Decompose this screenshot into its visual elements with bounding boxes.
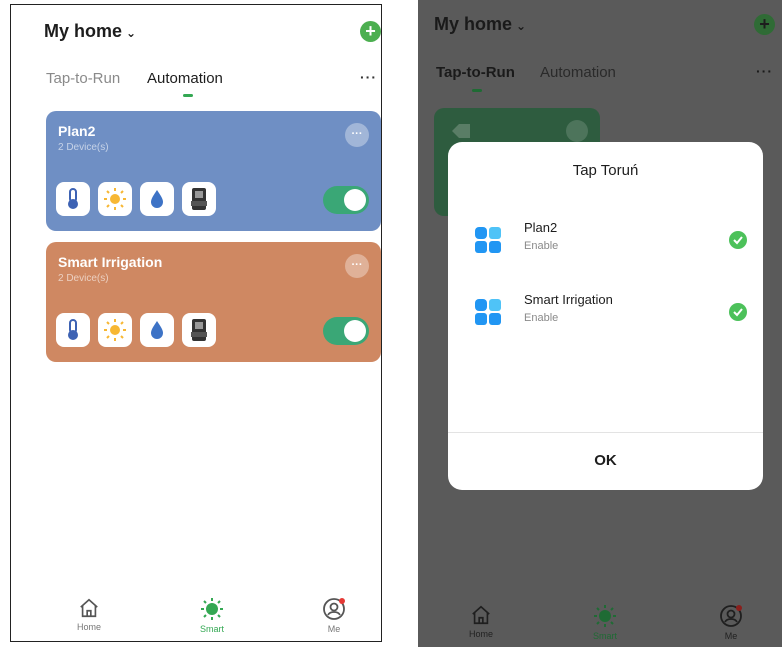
nav-home[interactable]: Home [451, 604, 511, 639]
card-more-button[interactable] [566, 120, 588, 142]
sun-device-icon [98, 313, 132, 347]
automation-grid-icon [475, 227, 501, 253]
automation-card-plan2[interactable]: Plan2 2 Device(s) ··· [46, 111, 381, 231]
automation-card-smart-irrigation[interactable]: Smart Irrigation 2 Device(s) ··· [46, 242, 381, 362]
nav-smart[interactable]: Smart [575, 604, 635, 641]
enable-toggle[interactable] [323, 186, 369, 214]
home-icon [472, 605, 490, 625]
phone-frame: My home ⌄ + Tap-to-Run Automation ··· Pla… [10, 4, 382, 642]
dialog-title: Tap Toruń [572, 162, 639, 179]
tab-active-indicator [183, 94, 193, 97]
nav-label: Home [468, 629, 493, 639]
tab-automation[interactable]: Automation [147, 70, 223, 87]
irrigation-controller-device-icon [182, 182, 216, 216]
bottom-navigation: Home Smart Me [11, 597, 381, 641]
automation-grid-icon [475, 299, 501, 325]
toggle-knob [344, 320, 366, 342]
bottom-navigation: Home Smart Me [418, 604, 782, 647]
home-selector[interactable]: My home ⌄ [434, 14, 526, 35]
nav-label: Smart [592, 631, 617, 641]
card-more-button[interactable]: ··· [345, 254, 369, 278]
add-button[interactable]: + [754, 14, 775, 35]
water-drop-device-icon [140, 182, 174, 216]
nav-home[interactable]: Home [59, 597, 119, 632]
more-options-icon[interactable]: ··· [756, 63, 773, 79]
automation-name: Smart Irrigation [524, 292, 613, 307]
automation-status: Enable [524, 240, 559, 252]
add-button[interactable]: + [360, 21, 381, 42]
automation-status: Enable [524, 312, 559, 324]
irrigation-controller-device-icon [182, 313, 216, 347]
more-options-icon[interactable]: ··· [360, 69, 377, 85]
dialog-list-item[interactable]: Smart Irrigation Enable [448, 288, 763, 338]
nav-smart[interactable]: Smart [182, 597, 242, 634]
chevron-down-icon: ⌄ [126, 26, 137, 40]
tap-to-run-dialog: Tap Toruń Plan2 Enable Smart Irrigation … [448, 142, 763, 490]
check-icon [729, 231, 747, 249]
nav-label: Smart [199, 624, 224, 634]
home-icon [80, 598, 98, 618]
check-icon [729, 303, 747, 321]
ok-button[interactable]: OK [448, 432, 763, 490]
me-icon [720, 605, 742, 627]
sun-device-icon [98, 182, 132, 216]
chevron-down-icon: ⌄ [516, 19, 527, 33]
home-title: My home [434, 14, 513, 34]
nav-label: Me [327, 624, 341, 634]
toggle-knob [344, 189, 366, 211]
thermometer-device-icon [56, 313, 90, 347]
card-title: Smart Irrigation [58, 254, 163, 270]
water-drop-device-icon [140, 313, 174, 347]
tab-active-indicator [472, 89, 482, 92]
card-device-count: 2 Device(s) [58, 273, 109, 284]
enable-toggle[interactable] [323, 317, 369, 345]
me-icon [323, 598, 345, 620]
home-selector[interactable]: My home ⌄ [44, 21, 136, 42]
card-device-count: 2 Device(s) [58, 142, 109, 153]
smart-sun-icon [201, 598, 223, 620]
smart-sun-icon [594, 605, 616, 627]
left-phone-screenshot: My home ⌄ + Tap-to-Run Automation ··· Pla… [0, 0, 388, 647]
thermometer-device-icon [56, 182, 90, 216]
tab-automation[interactable]: Automation [540, 64, 616, 81]
nav-label: Me [724, 631, 738, 641]
tag-icon [452, 124, 470, 138]
nav-me[interactable]: Me [701, 604, 761, 641]
right-phone-screenshot: My home ⌄ + Tap-to-Run Automation ··· Tap… [418, 0, 782, 647]
automation-name: Plan2 [524, 220, 558, 235]
dialog-list-item[interactable]: Plan2 Enable [448, 216, 763, 266]
nav-label: Home [76, 622, 101, 632]
card-more-button[interactable]: ··· [345, 123, 369, 147]
nav-me[interactable]: Me [304, 597, 364, 634]
home-title: My home [44, 21, 123, 41]
card-title: Plan2 [58, 123, 96, 139]
tab-tap-to-run[interactable]: Tap-to-Run [46, 70, 120, 87]
tab-tap-to-run[interactable]: Tap-to-Run [436, 64, 515, 81]
